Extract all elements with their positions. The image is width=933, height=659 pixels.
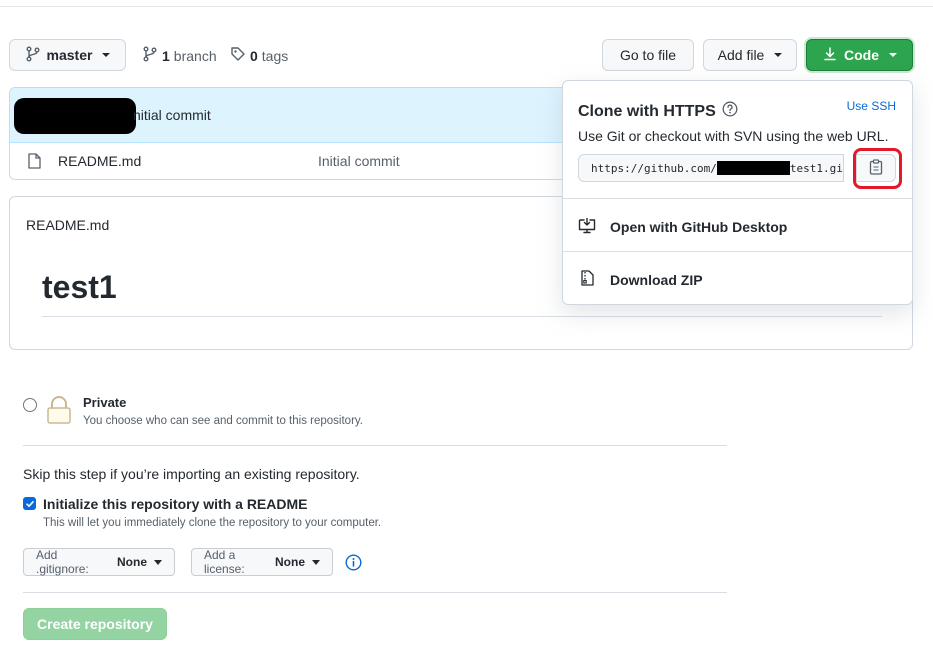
- skip-step-text: Skip this step if you’re importing an ex…: [23, 466, 360, 482]
- chevron-down-icon: [774, 53, 783, 57]
- branches-link[interactable]: 1 branch: [142, 46, 217, 65]
- chevron-down-icon: [312, 559, 320, 565]
- clone-title: Clone with HTTPS: [578, 101, 738, 122]
- license-value: None: [275, 555, 305, 569]
- license-prefix: Add a license:: [204, 548, 245, 576]
- highlight-box: [853, 148, 902, 189]
- redacted-author: [14, 98, 136, 134]
- private-label: Private: [83, 395, 127, 410]
- branch-word: branch: [173, 47, 217, 64]
- download-zip-label: Download ZIP: [610, 272, 703, 288]
- init-readme-checkbox[interactable]: [23, 497, 36, 510]
- clone-description: Use Git or checkout with SVN using the w…: [578, 128, 889, 144]
- code-label: Code: [844, 47, 879, 63]
- private-radio[interactable]: [23, 398, 37, 412]
- gitignore-select[interactable]: Add .gitignore: None: [23, 548, 175, 576]
- clone-title-text: Clone with HTTPS: [578, 102, 716, 120]
- chevron-down-icon: [889, 53, 897, 57]
- open-desktop-label: Open with GitHub Desktop: [610, 219, 788, 235]
- form-divider: [23, 592, 727, 593]
- go-to-file-button[interactable]: Go to file: [602, 39, 694, 71]
- gitignore-value: None: [117, 555, 147, 569]
- clone-popup: Clone with HTTPS Use SSH Use Git or chec…: [562, 80, 913, 305]
- file-row[interactable]: README.md Initial commit: [10, 143, 569, 179]
- open-desktop-item[interactable]: Open with GitHub Desktop: [563, 199, 912, 251]
- add-file-button[interactable]: Add file: [703, 39, 797, 71]
- file-commit-message[interactable]: Initial commit: [318, 153, 400, 169]
- chevron-down-icon: [102, 53, 111, 57]
- readme-heading-rule: [42, 316, 882, 317]
- info-icon[interactable]: [345, 554, 362, 574]
- chevron-down-icon: [154, 559, 162, 565]
- download-zip-item[interactable]: Download ZIP: [563, 252, 912, 304]
- clone-url-end: test1.gi: [789, 161, 843, 175]
- readme-filename: README.md: [26, 217, 110, 233]
- question-icon[interactable]: [722, 101, 738, 122]
- branch-icon: [142, 46, 158, 65]
- gitignore-prefix: Add .gitignore:: [36, 548, 89, 576]
- latest-commit-message[interactable]: nitial commit: [133, 107, 211, 123]
- use-ssh-link[interactable]: Use SSH: [847, 99, 896, 113]
- add-file-label: Add file: [717, 47, 765, 63]
- clone-url-start: https://github.com/: [591, 161, 717, 175]
- tags-link[interactable]: 0 tags: [230, 46, 288, 65]
- desktop-download-icon: [578, 217, 596, 237]
- lock-icon: [46, 395, 72, 428]
- download-icon: [822, 46, 838, 65]
- branch-select-button[interactable]: master: [9, 39, 126, 71]
- readme-heading: test1: [42, 269, 117, 305]
- tag-count: 0: [250, 47, 258, 64]
- init-readme-description: This will let you immediately clone the …: [43, 517, 382, 529]
- clone-url-input[interactable]: https://github.com/ test1.gi: [578, 154, 844, 182]
- file-name[interactable]: README.md: [58, 153, 141, 169]
- redacted-username: [716, 161, 790, 175]
- branch-name: master: [46, 47, 93, 63]
- go-to-file-label: Go to file: [619, 47, 677, 63]
- create-repository-button[interactable]: Create repository: [23, 608, 167, 640]
- code-button[interactable]: Code: [806, 39, 913, 71]
- form-divider: [23, 445, 727, 446]
- top-divider: [0, 6, 933, 7]
- file-zip-icon: [580, 270, 594, 289]
- private-description: You choose who can see and commit to thi…: [83, 415, 363, 427]
- branch-icon: [25, 46, 41, 65]
- tag-word: tags: [261, 47, 289, 64]
- tag-icon: [230, 46, 246, 65]
- file-list: nitial commit README.md Initial commit: [9, 87, 569, 180]
- branch-count: 1: [162, 47, 170, 64]
- file-icon: [27, 153, 41, 172]
- check-icon: [25, 496, 35, 512]
- init-readme-label[interactable]: Initialize this repository with a README: [43, 496, 307, 512]
- license-select[interactable]: Add a license: None: [191, 548, 333, 576]
